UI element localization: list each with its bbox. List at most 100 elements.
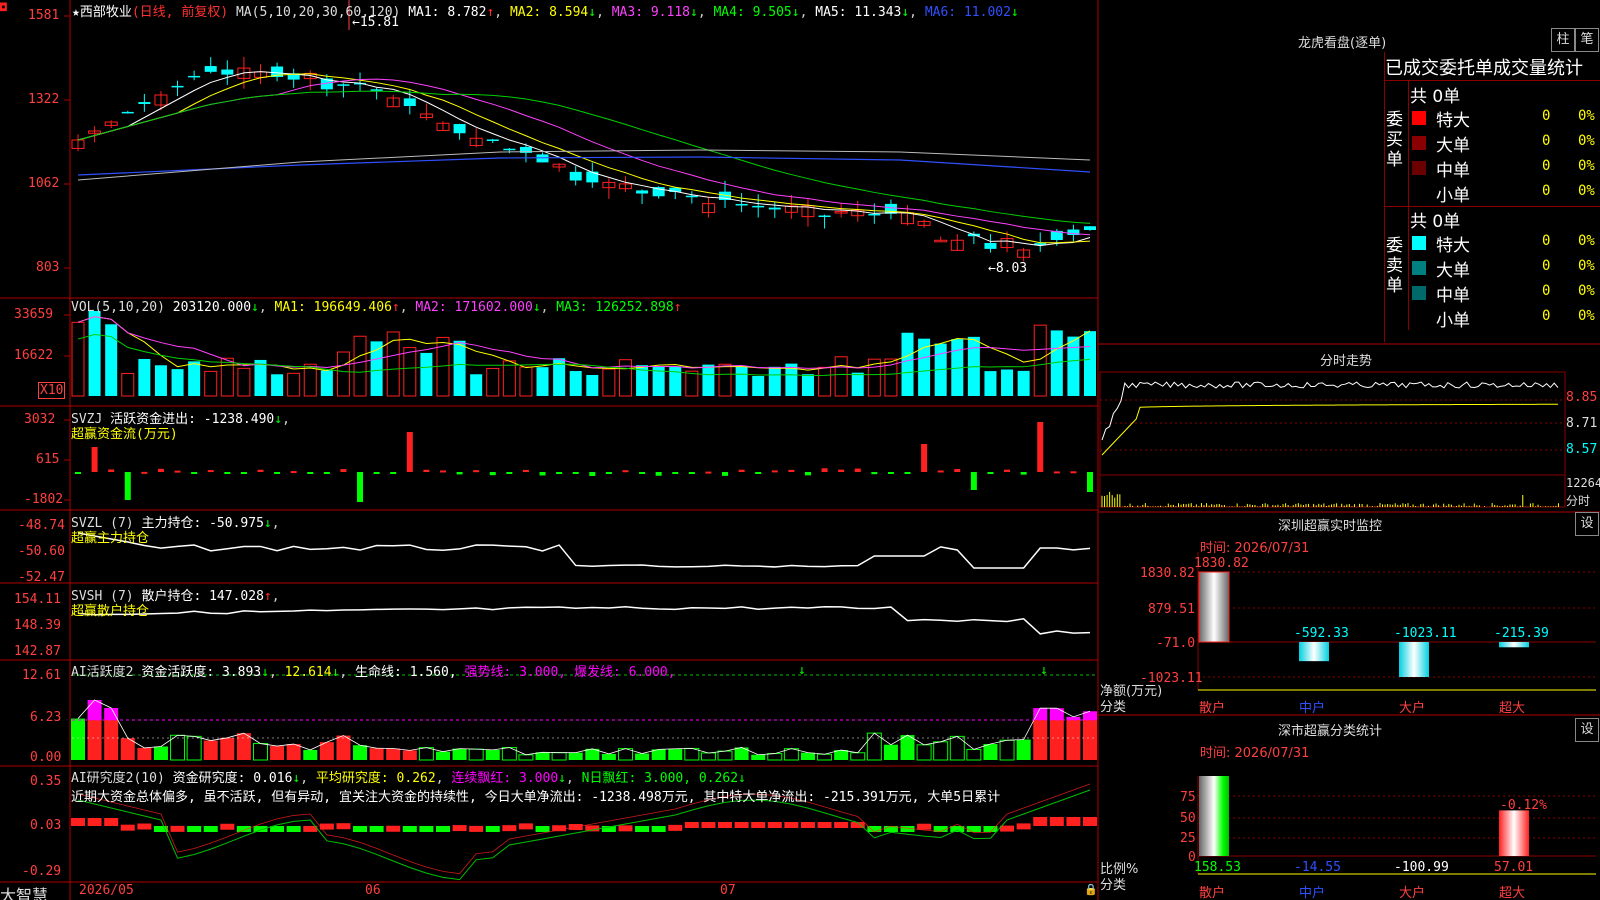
- volume-bar-down: [271, 374, 284, 396]
- divider: [1384, 80, 1600, 81]
- vol-axis-label: 16622: [14, 348, 54, 363]
- buy-total: 共 0单: [1410, 87, 1461, 107]
- sz-class-settings-button[interactable]: 设: [1575, 718, 1599, 742]
- flow-bar-out: [672, 472, 679, 474]
- active-bar-green: [668, 748, 683, 760]
- volume-bar-down: [801, 374, 814, 396]
- kline-chart-area[interactable]: ↓ ↓ ←15.81 ←8.03: [0, 0, 1600, 900]
- flow-bar-in: [439, 470, 446, 473]
- volume-bar-up: [1033, 324, 1047, 397]
- active-bar-green: [883, 744, 898, 760]
- research-bar-neg: [635, 826, 650, 832]
- candle-body-down: [752, 205, 765, 208]
- vol-label: VOL(5,10,20): [71, 300, 165, 315]
- active-bar-green: [601, 753, 616, 760]
- stock-name: 西部牧业: [79, 5, 132, 20]
- price-axis-label: 1062: [28, 176, 60, 191]
- volume-bar-down: [851, 372, 864, 396]
- sz-class-value-label: 57.01: [1494, 860, 1534, 875]
- research-bar-pos: [71, 818, 85, 826]
- bar-mode-button[interactable]: 柱: [1551, 28, 1575, 52]
- research-bar-pos: [784, 822, 799, 828]
- research-bar-pos: [336, 823, 351, 830]
- period-label[interactable]: (日线, 前复权): [132, 5, 228, 20]
- active-bar-hollow: [866, 732, 882, 761]
- research-bar-pos: [1083, 817, 1097, 826]
- active-bar-red: [1083, 720, 1097, 760]
- candle-body-down: [636, 190, 649, 194]
- ai-research-axis-label: -0.29: [22, 864, 62, 879]
- flow-bar-out: [274, 472, 281, 474]
- sz-monitor-settings-button[interactable]: 设: [1575, 512, 1599, 536]
- research-bar-neg: [419, 826, 434, 832]
- research-bar-neg: [435, 826, 450, 832]
- sz-monitor-category: 超大: [1499, 701, 1526, 716]
- intraday-volume: [1101, 491, 1559, 507]
- axis-ticks: [64, 15, 70, 501]
- ai-active-title: 资金活跃度: 3.893: [141, 665, 262, 680]
- candle-body-down: [486, 139, 499, 141]
- sz-class-time: 时间: 2026/07/31: [1200, 746, 1310, 761]
- ma-line: [77, 73, 1091, 244]
- flow-bar-out: [539, 472, 546, 476]
- vol-value: 203120.000: [172, 300, 252, 315]
- sz-monitor-bar: [1499, 642, 1529, 648]
- ma6-value: MA6: 11.002: [924, 5, 1011, 20]
- ai-research-avg: 平均研究度: 0.262: [315, 771, 436, 786]
- ai-active-life: 生命线: 1.560,: [355, 665, 457, 680]
- sz-class-value-label: -100.99: [1394, 860, 1449, 875]
- flow-bar-out: [1020, 472, 1027, 475]
- order-color-swatch: [1412, 111, 1426, 125]
- ai-research-cont: 连续飘红: 3.000: [451, 771, 559, 786]
- sz-monitor-xlabel: 分类: [1100, 700, 1127, 715]
- svzj-bars: [75, 422, 1093, 502]
- active-bar-red: [369, 748, 384, 760]
- research-bar-pos: [817, 822, 832, 828]
- order-row: 中单 0 0%: [1410, 281, 1600, 306]
- research-bar-pos: [701, 822, 716, 828]
- research-bar-pos: [1049, 817, 1064, 826]
- research-bar-neg: [270, 826, 285, 832]
- ai-active-axis-label: 6.23: [30, 710, 62, 725]
- order-row: 小单 0 0%: [1410, 306, 1600, 331]
- sz-monitor-value-label: -215.39: [1494, 626, 1549, 641]
- volume-bar-up: [519, 366, 533, 397]
- flow-bar-out: [224, 472, 231, 474]
- flow-bar-out: [755, 472, 762, 474]
- ai-research-nday: N日飘红: 3.000, 0.262: [581, 771, 739, 786]
- volume-bar-down: [470, 374, 483, 396]
- favorite-star-icon[interactable]: ★: [72, 5, 80, 20]
- ai-research-summary: 近期大资金总体偏多, 虽不活跃, 但有异动, 宜关注大资金的持续性, 今日大单净…: [71, 790, 1001, 805]
- lock-icon[interactable]: 🔒: [1084, 883, 1098, 896]
- kline-ma-lines: [77, 71, 1091, 247]
- research-bar-pos: [1033, 817, 1048, 826]
- kline-candles: [71, 56, 1096, 262]
- sz-monitor-value-label: -592.33: [1294, 626, 1349, 641]
- research-bar-pos: [917, 823, 932, 830]
- sz-class-category: 中户: [1299, 886, 1326, 900]
- flow-bar-out: [887, 472, 894, 474]
- time-axis-label: 2026/05: [79, 883, 134, 898]
- sz-monitor-value-label: -1023.11: [1394, 626, 1457, 641]
- research-bar-pos: [1000, 825, 1015, 832]
- order-stat-tabs[interactable]: 已成交委托单成交量统计: [1385, 54, 1583, 80]
- active-bar-red: [137, 747, 152, 760]
- flow-bar-out: [804, 472, 811, 476]
- active-bar-peak: [104, 707, 119, 720]
- svsh-title: 散户持仓: 147.028: [141, 589, 264, 604]
- order-row: 大单 0 0%: [1410, 256, 1600, 281]
- active-bar-green: [435, 751, 450, 760]
- research-bar-pos: [518, 823, 533, 830]
- sz-monitor-bar: [1299, 642, 1329, 662]
- flow-bar-in: [141, 471, 148, 474]
- tick-mode-button[interactable]: 笔: [1575, 28, 1599, 52]
- candle-body-down: [221, 69, 234, 75]
- volume-bar-up: [685, 370, 699, 397]
- svzl-axis-label: -52.47: [18, 570, 65, 585]
- intraday-chart[interactable]: [1099, 371, 1566, 508]
- volume-bar-down: [171, 369, 184, 396]
- order-type-label: 大单: [1436, 136, 1470, 156]
- order-type-label: 中单: [1436, 286, 1470, 306]
- order-pct: 0%: [1578, 283, 1595, 299]
- active-bar-green: [452, 748, 467, 760]
